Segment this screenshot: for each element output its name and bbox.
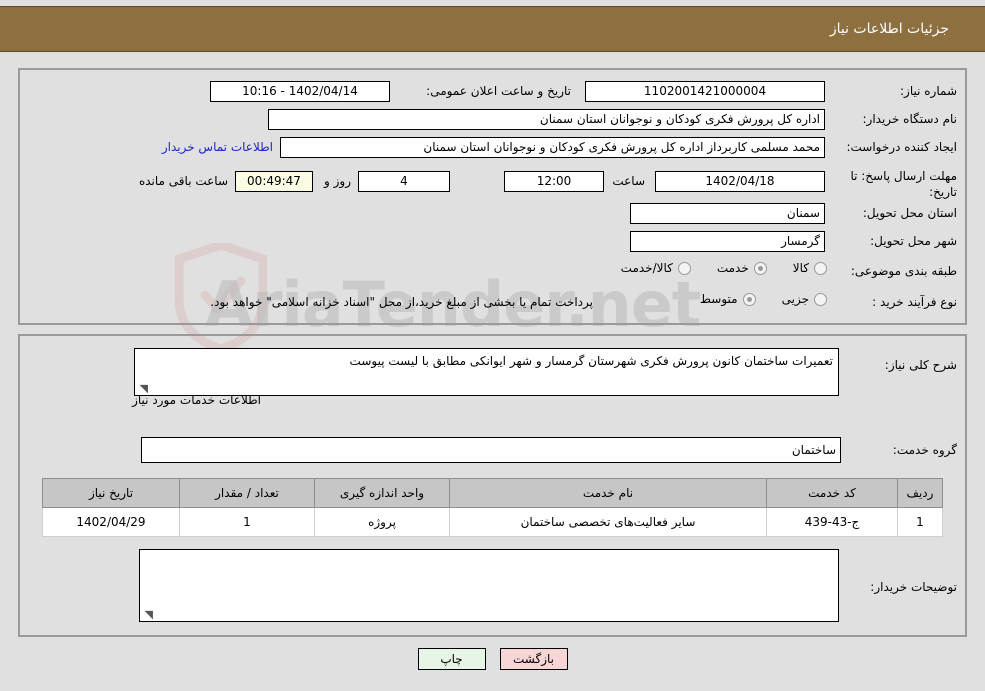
announce-datetime-field[interactable]: 1402/04/14 - 10:16: [210, 81, 390, 102]
services-section-heading: اطلاعات خدمات مورد نیاز: [132, 393, 261, 407]
cell-qty: 1: [179, 507, 315, 537]
radio-icon[interactable]: [814, 261, 827, 275]
payment-note: پرداخت تمام یا بخشی از مبلغ خرید،از محل …: [210, 295, 593, 309]
delivery-province-field[interactable]: سمنان: [630, 203, 825, 224]
cell-date: 1402/04/29: [42, 507, 180, 537]
process-option-motevaset[interactable]: متوسط: [700, 292, 756, 306]
page-title: جزئیات اطلاعات نیاز: [829, 21, 949, 37]
deadline-date-field[interactable]: 1402/04/18: [655, 171, 825, 192]
process-option-jozi[interactable]: جزیی: [782, 292, 827, 306]
resize-grip-icon[interactable]: ◥: [143, 609, 153, 620]
cell-unit: پروژه: [314, 507, 450, 537]
need-number-label: شماره نیاز:: [900, 84, 957, 98]
cell-index: 1: [897, 507, 943, 537]
service-group-field[interactable]: ساختمان: [141, 437, 841, 463]
buyer-org-field[interactable]: اداره کل پرورش فکری کودکان و نوجوانان اس…: [268, 109, 825, 130]
delivery-city-label: شهر محل تحویل:: [870, 234, 957, 248]
page-header: جزئیات اطلاعات نیاز: [0, 6, 985, 52]
service-group-label: گروه خدمت:: [892, 443, 957, 457]
print-button[interactable]: چاپ: [417, 648, 486, 670]
table-header-row: ردیف کد خدمت نام خدمت واحد اندازه گیری ت…: [42, 478, 943, 508]
general-description-text: تعمیرات ساختمان کانون پرورش فکری شهرستان…: [349, 354, 833, 368]
category-option-kala[interactable]: کالا: [793, 261, 827, 275]
col-code: کد خدمت: [766, 478, 898, 508]
announce-datetime-label: تاریخ و ساعت اعلان عمومی:: [426, 84, 571, 98]
cell-name: سایر فعالیت‌های تخصصی ساختمان: [449, 507, 767, 537]
general-description-textarea[interactable]: تعمیرات ساختمان کانون پرورش فکری شهرستان…: [134, 348, 839, 396]
col-name: نام خدمت: [449, 478, 767, 508]
purchase-process-label: نوع فرآیند خرید :: [872, 295, 957, 309]
main-info-panel: [18, 68, 967, 325]
radio-icon[interactable]: [742, 292, 756, 306]
delivery-city-field[interactable]: گرمسار: [630, 231, 825, 252]
col-qty: تعداد / مقدار: [179, 478, 315, 508]
deadline-time-field[interactable]: 12:00: [504, 171, 604, 192]
need-number-field[interactable]: 1102001421000004: [585, 81, 825, 102]
radio-icon[interactable]: [814, 292, 827, 306]
remaining-days-field: 4: [358, 171, 450, 192]
deadline-hour-label: ساعت: [612, 174, 645, 188]
purchase-process-radio-group: جزیی متوسط: [674, 292, 827, 306]
table-row[interactable]: 1 ج-43-439 سایر فعالیت‌های تخصصی ساختمان…: [42, 507, 943, 537]
countdown-timer: 00:49:47: [235, 171, 313, 192]
remaining-hours-label: ساعت باقی مانده: [138, 174, 228, 188]
requester-label: ایجاد کننده درخواست:: [846, 140, 957, 154]
col-index: ردیف: [897, 478, 943, 508]
category-label: طبقه بندی موضوعی:: [850, 264, 957, 278]
buyer-org-label: نام دستگاه خریدار:: [862, 112, 958, 126]
radio-icon[interactable]: [753, 261, 767, 275]
buyer-contact-link[interactable]: اطلاعات تماس خریدار: [162, 140, 273, 154]
services-table: ردیف کد خدمت نام خدمت واحد اندازه گیری ت…: [42, 478, 943, 537]
requester-field[interactable]: محمد مسلمی کاربرداز اداره کل پرورش فکری …: [280, 137, 825, 158]
buyer-notes-textarea[interactable]: ◥: [139, 549, 839, 622]
cell-code: ج-43-439: [766, 507, 898, 537]
col-unit: واحد اندازه گیری: [314, 478, 450, 508]
category-option-khedmat[interactable]: خدمت: [717, 261, 767, 275]
action-button-bar: بازگشت چاپ: [0, 648, 985, 670]
category-option-kala-khedmat[interactable]: کالا/خدمت: [621, 261, 691, 275]
col-date: تاریخ نیاز: [42, 478, 180, 508]
delivery-province-label: استان محل تحویل:: [862, 206, 957, 220]
days-unit-label: روز و: [324, 174, 351, 188]
deadline-label: مهلت ارسال پاسخ: تا تاریخ:: [850, 169, 957, 200]
general-description-label: شرح کلی نیاز:: [884, 358, 957, 372]
radio-icon[interactable]: [677, 261, 691, 275]
back-button[interactable]: بازگشت: [499, 648, 568, 670]
category-radio-group: کالا خدمت کالا/خدمت: [595, 261, 827, 275]
buyer-notes-label: توضیحات خریدار:: [870, 580, 957, 594]
